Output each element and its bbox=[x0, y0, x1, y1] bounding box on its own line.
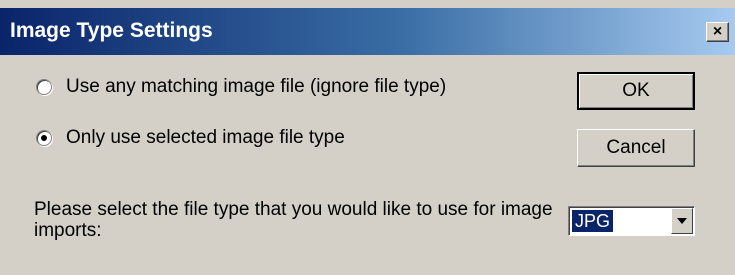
radio-any-matching-file[interactable]: Use any matching image file (ignore file… bbox=[36, 75, 446, 99]
radio-selected-file-type[interactable]: Only use selected image file type bbox=[36, 126, 345, 150]
ok-button[interactable]: OK bbox=[577, 72, 695, 110]
radio-button-checked[interactable] bbox=[36, 130, 52, 146]
title-bar: Image Type Settings × bbox=[0, 8, 735, 55]
close-icon: × bbox=[712, 23, 723, 40]
file-type-dropdown[interactable]: JPG bbox=[568, 206, 695, 236]
image-type-settings-dialog: Image Type Settings × Use any matching i… bbox=[0, 0, 735, 275]
cancel-button[interactable]: Cancel bbox=[577, 129, 695, 167]
file-type-prompt: Please select the file type that you wou… bbox=[34, 199, 553, 241]
file-type-selected-value: JPG bbox=[572, 210, 614, 232]
chevron-down-icon[interactable] bbox=[671, 208, 693, 234]
radio-button-unchecked[interactable] bbox=[36, 79, 52, 95]
close-button[interactable]: × bbox=[706, 22, 729, 42]
radio-any-matching-label: Use any matching image file (ignore file… bbox=[66, 76, 447, 97]
radio-selected-type-label: Only use selected image file type bbox=[66, 127, 345, 148]
window-title: Image Type Settings bbox=[10, 19, 213, 42]
